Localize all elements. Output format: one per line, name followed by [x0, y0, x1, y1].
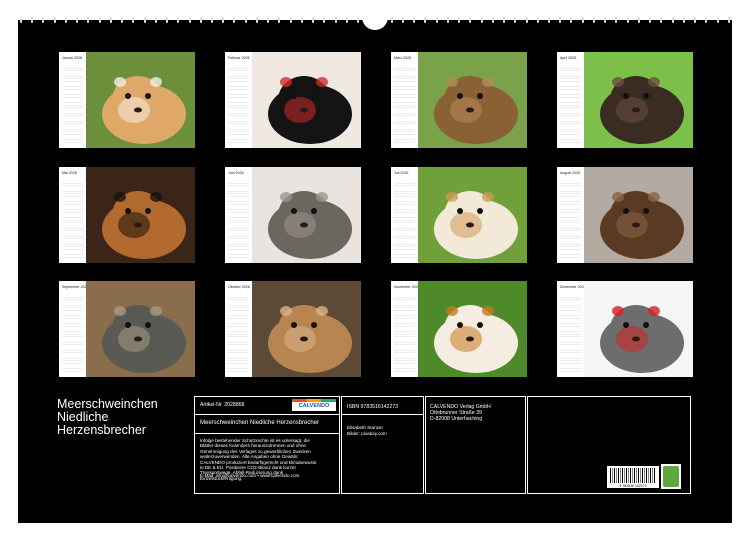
- guinea-pig-golden-photo: [252, 281, 361, 377]
- month-calendar-column: April 2026: [557, 52, 583, 148]
- month-calendar-column: November 2026: [391, 281, 420, 377]
- month-page-10: Oktober 2026: [225, 281, 361, 377]
- title-line-3: Herzensbrecher: [57, 423, 146, 437]
- guinea-pig-grey-agouti-photo: [252, 167, 361, 263]
- contact-info: E-Mail: info@calvendo.com • www.calvendo…: [200, 473, 300, 478]
- calvendo-logo: CALVENDO: [292, 399, 336, 411]
- month-name: Dezember 2026: [560, 285, 586, 289]
- month-page-7: Juli 2026: [391, 167, 527, 263]
- guinea-pig-black-photo: [252, 52, 361, 148]
- guinea-pig-grey-red-box-photo: [584, 281, 693, 377]
- month-page-8: August 2026: [557, 167, 693, 263]
- month-name: Januar 2026: [62, 56, 82, 60]
- month-calendar-column: Oktober 2026: [225, 281, 251, 377]
- month-page-5: Mai 2026: [59, 167, 195, 263]
- info-panel-isbn: ISBN 9783516142273 Elisabeth Stanzer Bil…: [341, 396, 424, 494]
- month-calendar-column: März 2026: [391, 52, 417, 148]
- isbn: ISBN 9783516142273: [347, 404, 399, 410]
- month-name: März 2026: [394, 56, 411, 60]
- month-page-4: April 2026: [557, 52, 693, 148]
- guinea-pig-grey-wood-photo: [86, 281, 195, 377]
- eco-label-icon: [661, 464, 681, 489]
- month-name: Oktober 2026: [228, 285, 250, 289]
- month-name: November 2026: [394, 285, 420, 289]
- month-calendar-column: September 2026: [59, 281, 89, 377]
- month-page-6: Juni 2026: [225, 167, 361, 263]
- month-calendar-column: Januar 2026: [59, 52, 85, 148]
- author: Elisabeth Stanzer: [347, 425, 384, 430]
- month-name: Juli 2026: [394, 171, 409, 175]
- month-calendar-column: Juli 2026: [391, 167, 417, 263]
- month-calendar-column: Dezember 2026: [557, 281, 586, 377]
- month-page-1: Januar 2026: [59, 52, 195, 148]
- product-title: Meerschweinchen Niedliche Herzensbrecher: [200, 420, 320, 426]
- month-name: September 2026: [62, 285, 89, 289]
- info-panel-publisher: CALVENDO Verlag GmbH Ottobrunner Straße …: [425, 396, 526, 494]
- month-page-12: Dezember 2026: [557, 281, 693, 377]
- month-calendar-column: Mai 2026: [59, 167, 85, 263]
- month-calendar-column: Februar 2026: [225, 52, 251, 148]
- guinea-pig-tortoiseshell-photo: [86, 167, 195, 263]
- image-credit: Bilder: pixabay.com: [347, 431, 387, 436]
- article-number: Artikel-Nr. 2028868: [200, 402, 245, 408]
- guinea-pig-brown-photo: [584, 167, 693, 263]
- guinea-pig-cream-white-photo: [86, 52, 195, 148]
- month-calendar-column: Juni 2026: [225, 167, 251, 263]
- month-name: Juni 2026: [228, 171, 244, 175]
- barcode-number: 9 783516 142273: [619, 484, 647, 488]
- month-name: Februar 2026: [228, 56, 250, 60]
- month-page-9: September 2026: [59, 281, 195, 377]
- guinea-pig-dark-brown-photo: [584, 52, 693, 148]
- publisher-city: D-82008 Unterhaching: [430, 416, 483, 422]
- guinea-pig-tricolor-flower-photo: [418, 281, 527, 377]
- month-name: Mai 2026: [62, 171, 77, 175]
- month-calendar-column: August 2026: [557, 167, 583, 263]
- guinea-pig-cream-white-grass-photo: [418, 167, 527, 263]
- calendar-title: Meerschweinchen Niedliche Herzensbrecher: [57, 398, 158, 437]
- month-name: August 2026: [560, 171, 581, 175]
- barcode: 9 783516 142273: [607, 466, 659, 488]
- month-page-11: November 2026: [391, 281, 527, 377]
- guinea-pig-agouti-photo: [418, 52, 527, 148]
- month-name: April 2026: [560, 56, 577, 60]
- month-page-3: März 2026: [391, 52, 527, 148]
- month-page-2: Februar 2026: [225, 52, 361, 148]
